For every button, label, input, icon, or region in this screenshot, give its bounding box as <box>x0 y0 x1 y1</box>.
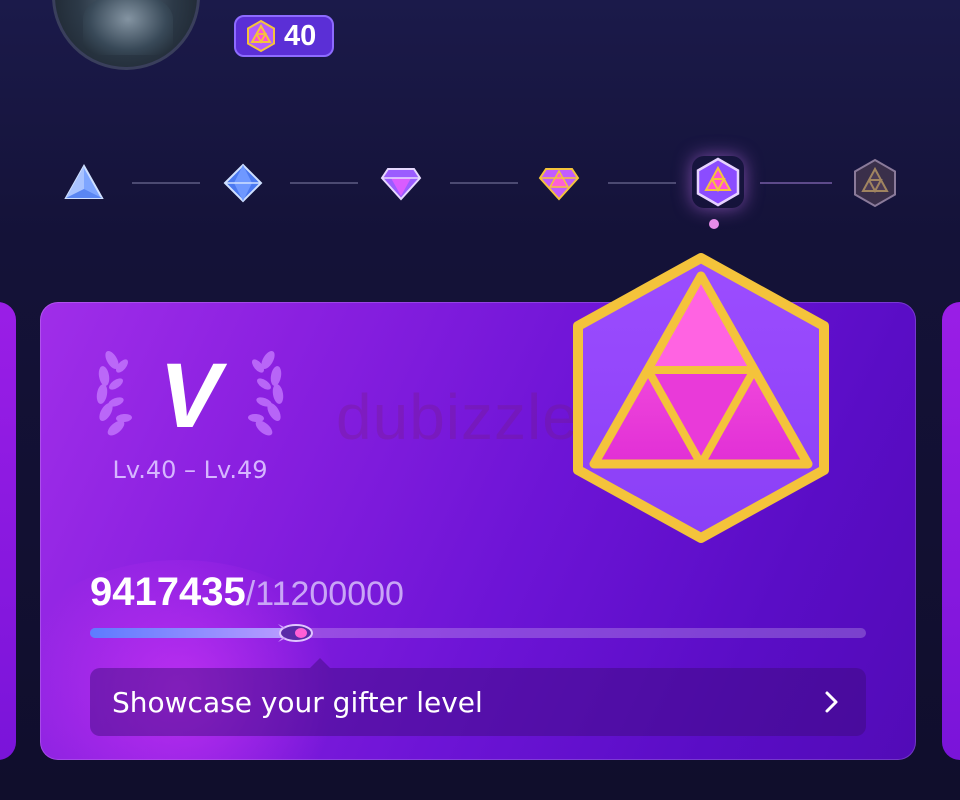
level-badge: 40 <box>234 15 334 57</box>
hexagon-gem-icon <box>247 19 275 53</box>
avatar-art <box>83 0 173 55</box>
tier-track <box>0 150 960 230</box>
tier-node-5-selected[interactable] <box>692 156 744 208</box>
progress-bar <box>90 624 866 642</box>
dark-hexagon-gem-icon <box>854 158 896 208</box>
track-connector <box>760 182 832 184</box>
tier-node-3[interactable] <box>378 160 424 206</box>
track-connector <box>290 182 358 184</box>
track-connector <box>132 182 200 184</box>
tier-level-range: Lv.40 – Lv.49 <box>112 456 268 484</box>
blue-triangle-gem-icon <box>64 163 104 199</box>
level-value: 40 <box>284 19 317 52</box>
watermark: dubizzle <box>336 381 579 453</box>
hexagon-gold-gem-icon <box>696 157 740 207</box>
progress-fill <box>90 628 287 638</box>
previous-tier-card[interactable] <box>0 302 16 760</box>
chevron-right-icon <box>825 691 838 713</box>
progress-max: 11200000 <box>255 575 404 613</box>
tier-node-6-locked[interactable] <box>852 158 898 208</box>
progress-separator: / <box>245 575 256 613</box>
tier-badge-large <box>570 252 832 544</box>
selected-indicator-dot <box>709 219 719 229</box>
tier-letter: V <box>159 345 221 447</box>
track-connector <box>608 182 676 184</box>
showcase-gifter-level-button[interactable]: Showcase your gifter level <box>90 658 866 736</box>
track-connector <box>450 182 518 184</box>
showcase-label: Showcase your gifter level <box>112 685 483 719</box>
tier-emblem: V <box>90 340 290 460</box>
tier-node-4[interactable] <box>536 160 582 206</box>
next-tier-card[interactable] <box>942 302 960 760</box>
progress-value: 9417435/11200000 <box>90 570 404 615</box>
purple-gem-icon <box>380 168 422 201</box>
hexagon-gold-gem-icon <box>573 253 829 543</box>
pink-gold-gem-icon <box>538 168 580 201</box>
rocket-marker-icon <box>278 624 313 642</box>
profile-avatar[interactable] <box>52 0 200 70</box>
tier-node-2[interactable] <box>220 160 266 206</box>
blue-diamond-gem-icon <box>223 163 263 203</box>
progress-current: 9417435 <box>90 570 246 614</box>
tier-node-1[interactable] <box>61 160 107 206</box>
